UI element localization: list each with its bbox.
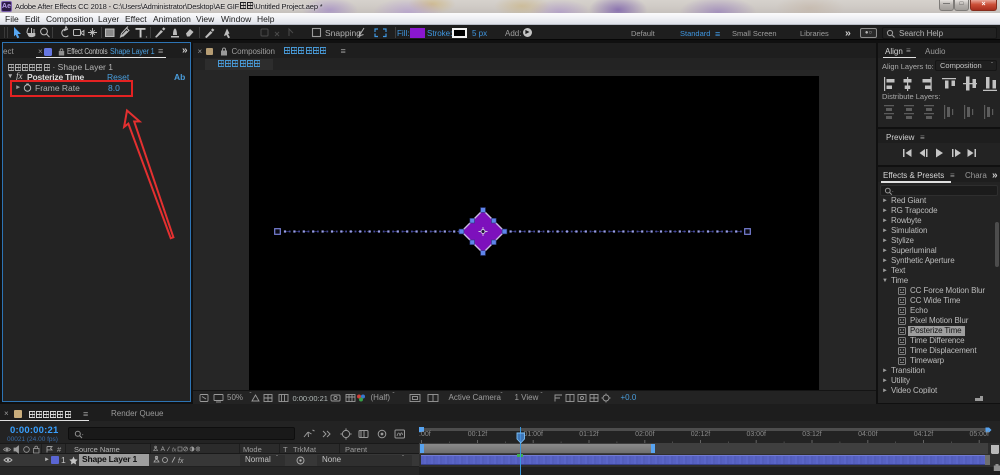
- svg-text:fx: fx: [178, 458, 184, 465]
- svg-text:fx: fx: [172, 447, 177, 453]
